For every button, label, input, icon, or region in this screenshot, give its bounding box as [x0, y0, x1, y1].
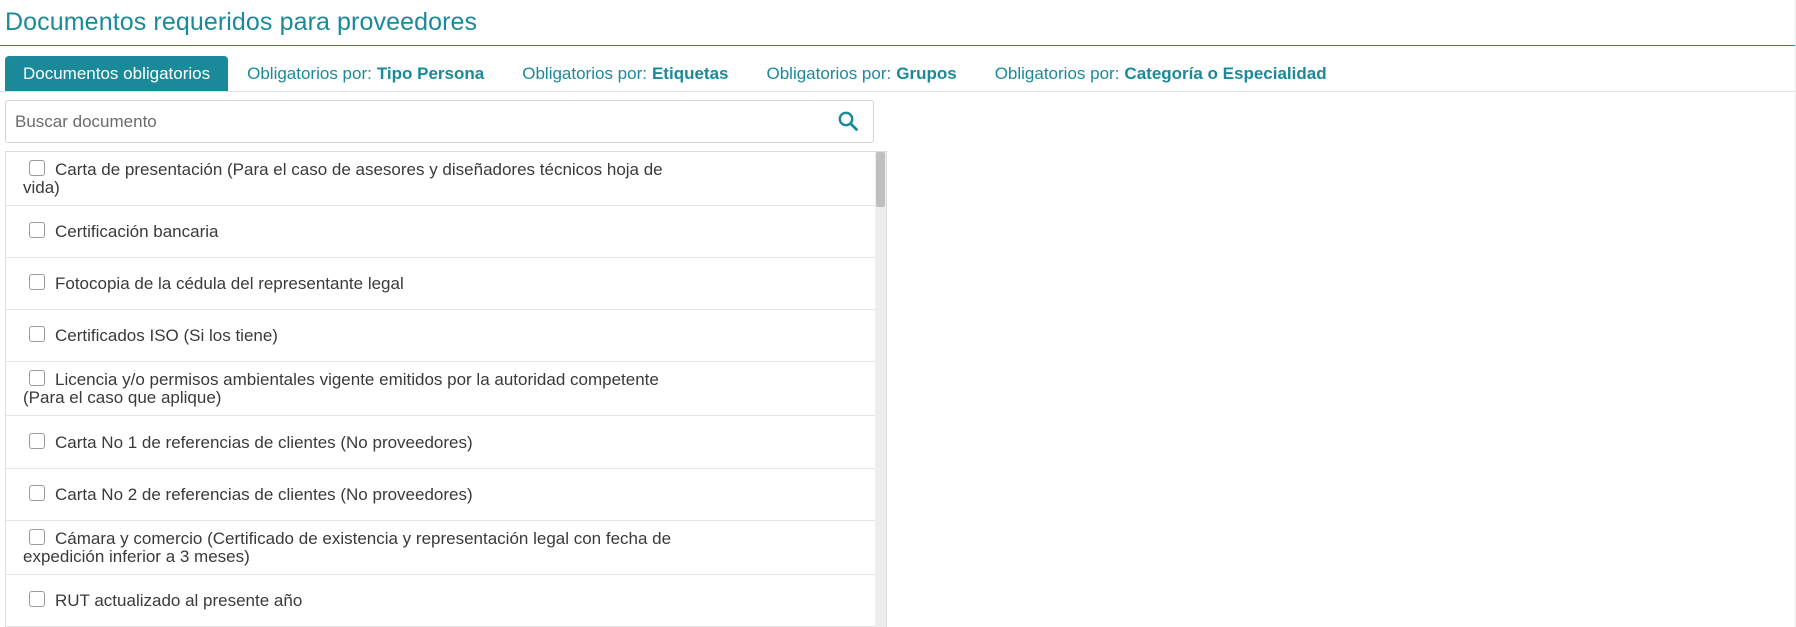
document-label: Licencia y/o permisos ambientales vigent… — [23, 370, 659, 407]
tabs-divider — [0, 91, 1796, 92]
document-label: Certificación bancaria — [55, 222, 219, 241]
list-item[interactable]: Carta No 1 de referencias de clientes (N… — [6, 416, 876, 469]
document-label: RUT actualizado al presente año — [55, 591, 303, 610]
checkbox[interactable] — [29, 529, 45, 545]
list-item[interactable]: Carta No 2 de referencias de clientes (N… — [6, 469, 876, 521]
document-label: Fotocopia de la cédula del representante… — [55, 274, 404, 293]
tab-documentos-obligatorios[interactable]: Documentos obligatorios — [5, 56, 229, 91]
checkbox[interactable] — [29, 160, 45, 176]
page-title: Documentos requeridos para proveedores — [5, 8, 478, 36]
tab-label: Obligatorios por: — [766, 63, 892, 83]
search-box — [5, 100, 874, 143]
list-item[interactable]: Certificados ISO (Si los tiene) — [6, 310, 876, 362]
tab-label: Obligatorios por: — [994, 63, 1120, 83]
checkbox[interactable] — [29, 326, 45, 342]
checkbox[interactable] — [29, 591, 45, 607]
checkbox[interactable] — [29, 222, 45, 238]
list-item[interactable]: Licencia y/o permisos ambientales vigent… — [6, 362, 876, 416]
checkbox[interactable] — [29, 485, 45, 501]
tab-etiquetas[interactable]: Obligatorios por: Etiquetas — [503, 56, 747, 91]
document-label: Carta de presentación (Para el caso de a… — [23, 160, 663, 197]
documents-list: Carta de presentación (Para el caso de a… — [5, 151, 887, 627]
list-item[interactable]: Fotocopia de la cédula del representante… — [6, 258, 876, 310]
list-item[interactable]: Cámara y comercio (Certificado de existe… — [6, 521, 876, 575]
scrollbar-thumb[interactable] — [876, 152, 885, 207]
list-item[interactable]: Certificación bancaria — [6, 206, 876, 258]
document-label: Certificados ISO (Si los tiene) — [55, 326, 278, 345]
list-item[interactable]: RUT actualizado al presente año — [6, 575, 876, 627]
title-divider — [0, 45, 1796, 46]
tab-label: Obligatorios por: — [522, 63, 647, 83]
tab-label-bold: Tipo Persona — [376, 63, 485, 83]
tab-categoria-especialidad[interactable]: Obligatorios por: Categoría o Especialid… — [976, 56, 1346, 91]
search-input[interactable] — [6, 101, 826, 142]
tab-bar: Documentos obligatorios Obligatorios por… — [5, 56, 1346, 91]
tab-label: Obligatorios por: — [247, 63, 372, 83]
tab-label: Documentos obligatorios — [23, 63, 211, 83]
checkbox[interactable] — [29, 274, 45, 290]
checkbox[interactable] — [29, 432, 45, 449]
list-item[interactable]: Carta de presentación (Para el caso de a… — [6, 152, 876, 206]
search-icon[interactable] — [836, 109, 860, 133]
document-label: Carta No 1 de referencias de clientes (N… — [55, 432, 473, 452]
documents-list-items: Carta de presentación (Para el caso de a… — [6, 152, 876, 627]
list-scrollbar[interactable] — [875, 152, 886, 627]
tab-label-bold: Etiquetas — [651, 63, 729, 83]
document-label: Cámara y comercio (Certificado de existe… — [23, 529, 672, 566]
tab-label-bold: Grupos — [896, 63, 957, 83]
tab-grupos[interactable]: Obligatorios por: Grupos — [748, 56, 976, 91]
tab-label-bold: Categoría o Especialidad — [1124, 63, 1327, 83]
tab-tipo-persona[interactable]: Obligatorios por: Tipo Persona — [228, 56, 503, 91]
checkbox[interactable] — [29, 370, 45, 386]
document-label: Carta No 2 de referencias de clientes (N… — [55, 485, 473, 504]
